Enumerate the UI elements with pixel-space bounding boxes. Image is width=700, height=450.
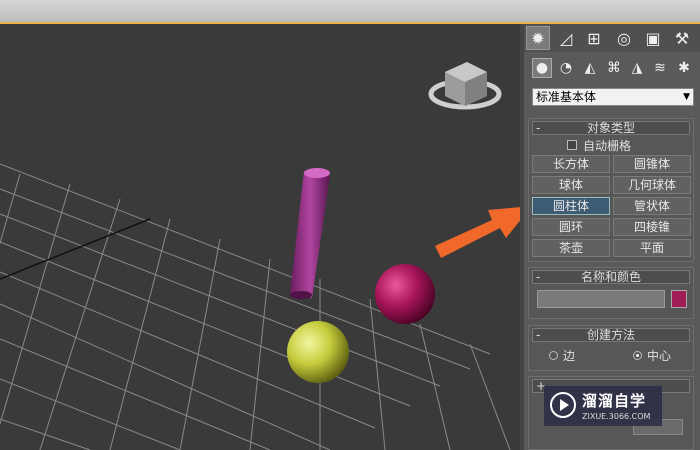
lights-icon: ◭ [584,60,596,76]
cylinder-object [290,168,330,299]
viewcube-icon [428,62,502,110]
magenta-sphere [375,264,435,324]
helpers-subtab[interactable]: ◮ [627,58,647,78]
name-color-title: 名称和颜色 [580,270,641,284]
cameras-subtab[interactable]: ⌘ [604,58,624,78]
sun-icon: ✹ [531,28,545,48]
creation-method-rollout: - 创建方法 边 中心 [528,325,694,371]
shapes-icon: ◔ [559,60,573,76]
tube-button[interactable]: 管状体 [613,197,691,215]
utilities-tab[interactable]: ⚒ [670,26,694,50]
category-dropdown[interactable]: 标准基本体 ▼ [532,88,694,106]
lights-subtab[interactable]: ◭ [580,58,600,78]
motion-icon: ◎ [617,28,631,48]
object-color-swatch[interactable] [671,290,687,308]
pointer-arrow [435,207,520,258]
object-name-field[interactable] [537,290,665,308]
creation-method-title: 创建方法 [586,328,635,342]
motion-tab[interactable]: ◎ [612,26,636,50]
sphere-button[interactable]: 球体 [532,176,610,194]
name-color-header[interactable]: - 名称和颜色 [532,270,690,284]
category-dropdown-value: 标准基本体 [536,90,597,104]
main-tab-row: ✹ ◿ ⊞ ◎ ▣ ⚒ [524,24,700,52]
world-axis [0,218,151,280]
camera-icon: ⌘ [607,60,621,76]
sub-tab-row: ● ◔ ◭ ⌘ ◮ ≋ ✱ [528,56,698,80]
hierarchy-tab[interactable]: ⊞ [582,26,606,50]
autogrid-label: 自动栅格 [583,139,632,153]
edge-radio[interactable] [549,351,558,360]
watermark-brand: 溜溜自学 [582,392,647,410]
watermark: 溜溜自学 ZIXUE.3066.COM [544,386,662,426]
object-type-rollout: - 对象类型 自动栅格 长方体 圆锥体 球体 几何球体 圆柱体 管状体 圆环 四棱… [528,118,694,262]
display-tab[interactable]: ▣ [641,26,665,50]
cone-button[interactable]: 圆锥体 [613,155,691,173]
modify-tab[interactable]: ◿ [554,26,578,50]
plane-button[interactable]: 平面 [613,239,691,257]
play-logo-icon [550,392,576,418]
center-label: 中心 [647,349,672,363]
watermark-url: ZIXUE.3066.COM [582,412,651,421]
object-type-header[interactable]: - 对象类型 [532,121,690,135]
edge-label: 边 [563,349,576,363]
box-button[interactable]: 长方体 [532,155,610,173]
title-bar [0,0,700,24]
spacewarps-subtab[interactable]: ≋ [650,58,670,78]
shapes-subtab[interactable]: ◔ [556,58,576,78]
center-radio[interactable] [633,351,642,360]
pyramid-button[interactable]: 四棱锥 [613,218,691,236]
autogrid-checkbox[interactable] [567,140,577,150]
creation-method-header[interactable]: - 创建方法 [532,328,690,342]
viewport-scene [0,62,520,450]
grid [0,163,511,450]
object-type-title: 对象类型 [586,121,635,135]
cylinder-button[interactable]: 圆柱体 [532,197,610,215]
teapot-button[interactable]: 茶壶 [532,239,610,257]
geosphere-button[interactable]: 几何球体 [613,176,691,194]
hierarchy-icon: ⊞ [587,28,601,48]
perspective-viewport[interactable] [0,24,520,450]
display-icon: ▣ [645,28,661,48]
geometry-subtab[interactable]: ● [532,58,552,78]
curve-icon: ◿ [559,28,573,48]
systems-icon: ✱ [678,60,690,76]
helpers-icon: ◮ [631,60,643,76]
utilities-hammer-icon: ⚒ [674,28,690,48]
systems-subtab[interactable]: ✱ [674,58,694,78]
chevron-down-icon: ▼ [683,92,690,102]
yellow-sphere [287,321,349,383]
torus-button[interactable]: 圆环 [532,218,610,236]
name-color-rollout: - 名称和颜色 [528,267,694,319]
geometry-sphere-icon: ● [535,60,549,76]
spacewarps-icon: ≋ [654,60,666,76]
create-tab[interactable]: ✹ [526,26,550,50]
